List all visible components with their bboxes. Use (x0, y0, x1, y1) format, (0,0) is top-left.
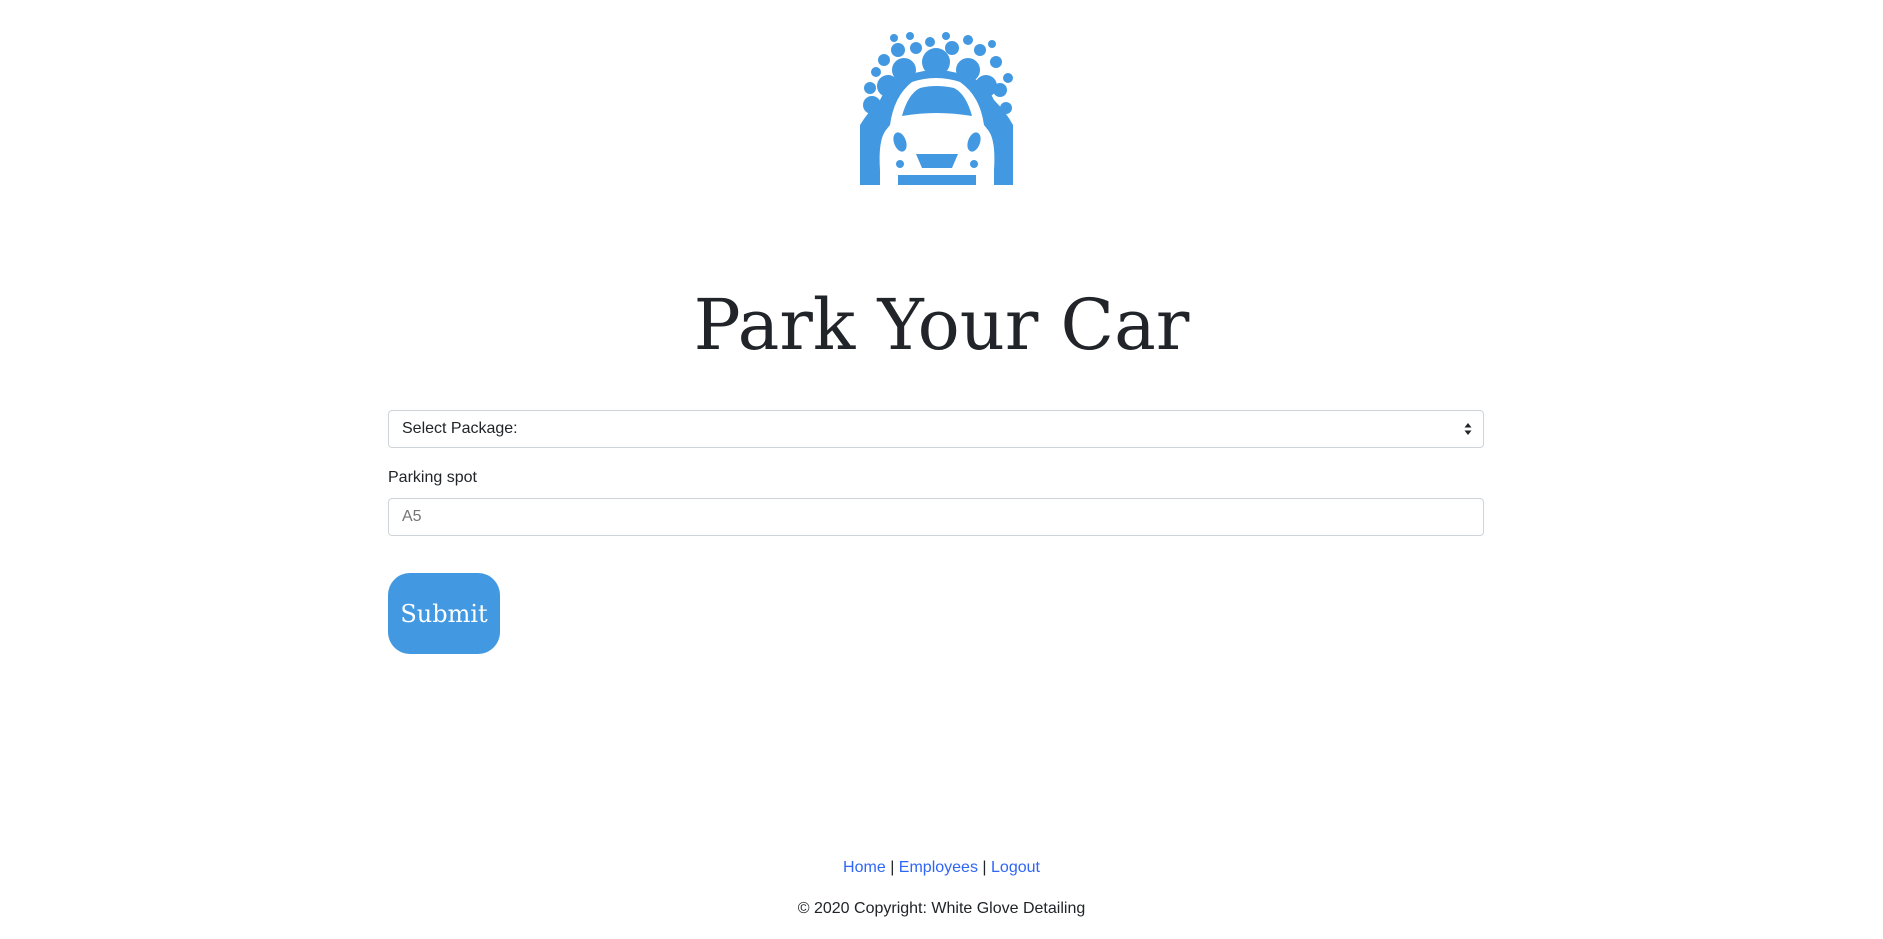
parking-spot-label: Parking spot (388, 469, 477, 486)
package-select[interactable]: Select Package: (388, 410, 1484, 448)
footer-separator: | (982, 859, 987, 876)
copyright-text: © 2020 Copyright: White Glove Detailing (797, 900, 1086, 917)
page: Park Your Car Select Package: Parking sp… (0, 0, 1883, 939)
submit-button[interactable]: Submit (388, 573, 500, 654)
footer-separator: | (890, 859, 895, 876)
footer-link-home[interactable]: Home (843, 859, 886, 876)
car-wash-logo (860, 30, 1013, 185)
footer-link-logout[interactable]: Logout (991, 859, 1040, 876)
page-title: Park Your Car (693, 284, 1190, 366)
footer-link-employees[interactable]: Employees (899, 859, 978, 876)
package-select-value: Select Package: (402, 420, 518, 437)
parking-spot-input[interactable] (388, 498, 1484, 536)
select-arrows-icon (1464, 423, 1472, 435)
park-car-form: Select Package: Parking spot Submit (388, 410, 1484, 654)
footer-nav: Home | Employees | Logout (0, 858, 1883, 878)
car-wash-icon (860, 32, 1013, 185)
